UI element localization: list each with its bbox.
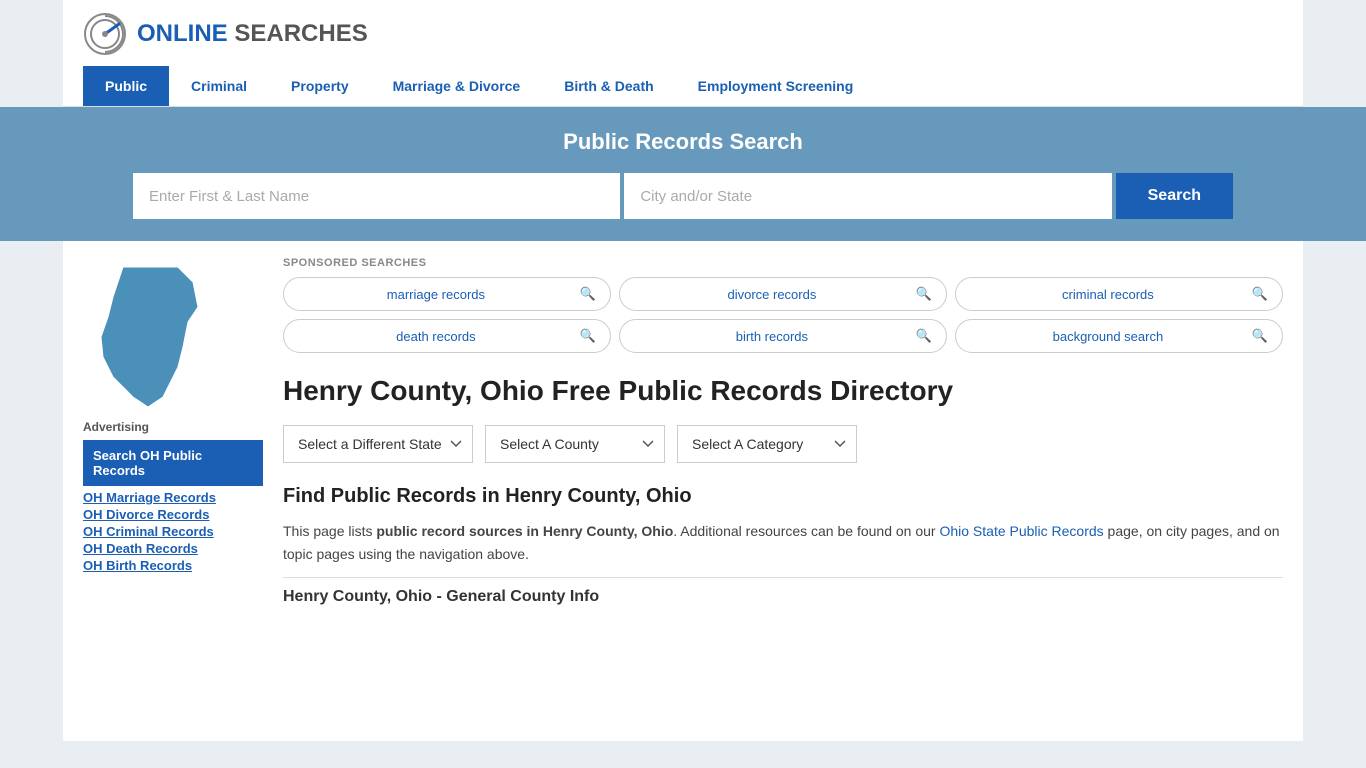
nav-criminal[interactable]: Criminal — [169, 66, 269, 106]
nav-property[interactable]: Property — [269, 66, 371, 106]
logo-searches: SEARCHES — [234, 20, 367, 47]
sidebar-featured-link[interactable]: Search OH Public Records — [83, 440, 263, 486]
main-content: Advertising Search OH Public Records OH … — [63, 241, 1303, 741]
sidebar-link-death[interactable]: OH Death Records — [83, 541, 263, 556]
county-dropdown[interactable]: Select A County — [485, 425, 665, 463]
search-icon-marriage: 🔍 — [580, 286, 596, 302]
search-icon-criminal: 🔍 — [1252, 286, 1268, 302]
hero-section: Public Records Search Search — [0, 107, 1366, 241]
category-dropdown[interactable]: Select A Category — [677, 425, 857, 463]
dropdowns-row: Select a Different State Select A County… — [283, 425, 1283, 463]
search-icon-death: 🔍 — [580, 328, 596, 344]
search-bar: Search — [133, 173, 1233, 219]
sponsored-tag-divorce[interactable]: divorce records 🔍 — [619, 277, 947, 311]
county-info-title: Henry County, Ohio - General County Info — [283, 588, 1283, 606]
sidebar-link-divorce[interactable]: OH Divorce Records — [83, 507, 263, 522]
state-dropdown[interactable]: Select a Different State — [283, 425, 473, 463]
sponsored-grid: marriage records 🔍 divorce records 🔍 cri… — [283, 277, 1283, 353]
section-divider — [283, 577, 1283, 578]
sponsored-label: SPONSORED SEARCHES — [283, 257, 1283, 269]
sponsored-link-background[interactable]: background search — [970, 329, 1246, 344]
desc-part2: . Additional resources can be found on o… — [673, 523, 939, 539]
sponsored-tag-birth[interactable]: birth records 🔍 — [619, 319, 947, 353]
logo-text: ONLINE SEARCHES — [137, 20, 368, 48]
sidebar-link-criminal[interactable]: OH Criminal Records — [83, 524, 263, 539]
sponsored-tag-criminal[interactable]: criminal records 🔍 — [955, 277, 1283, 311]
desc-part1: This page lists — [283, 523, 376, 539]
sponsored-tag-marriage[interactable]: marriage records 🔍 — [283, 277, 611, 311]
logo-online: ONLINE — [137, 20, 228, 47]
search-button[interactable]: Search — [1116, 173, 1233, 219]
sidebar-link-marriage[interactable]: OH Marriage Records — [83, 490, 263, 505]
nav-public[interactable]: Public — [83, 66, 169, 106]
sponsored-link-criminal[interactable]: criminal records — [970, 287, 1246, 302]
ohio-map — [83, 257, 223, 417]
logo-icon — [83, 12, 127, 56]
sponsored-link-death[interactable]: death records — [298, 329, 574, 344]
sponsored-link-marriage[interactable]: marriage records — [298, 287, 574, 302]
sidebar: Advertising Search OH Public Records OH … — [83, 257, 263, 725]
location-input[interactable] — [624, 173, 1111, 219]
desc-link[interactable]: Ohio State Public Records — [939, 523, 1103, 539]
find-title: Find Public Records in Henry County, Ohi… — [283, 485, 1283, 508]
search-icon-background: 🔍 — [1252, 328, 1268, 344]
sidebar-link-birth[interactable]: OH Birth Records — [83, 558, 263, 573]
right-column: SPONSORED SEARCHES marriage records 🔍 di… — [283, 257, 1283, 725]
sidebar-ad-label: Advertising — [83, 420, 263, 434]
sponsored-tag-background[interactable]: background search 🔍 — [955, 319, 1283, 353]
search-icon-birth: 🔍 — [916, 328, 932, 344]
page-title: Henry County, Ohio Free Public Records D… — [283, 373, 1283, 409]
header: ONLINE SEARCHES Public Criminal Property… — [63, 0, 1303, 107]
search-icon-divorce: 🔍 — [916, 286, 932, 302]
name-input[interactable] — [133, 173, 620, 219]
sponsored-tag-death[interactable]: death records 🔍 — [283, 319, 611, 353]
logo-area: ONLINE SEARCHES — [83, 12, 1283, 56]
main-nav: Public Criminal Property Marriage & Divo… — [83, 66, 1283, 106]
nav-birth-death[interactable]: Birth & Death — [542, 66, 675, 106]
find-description: This page lists public record sources in… — [283, 520, 1283, 565]
desc-bold: public record sources in Henry County, O… — [376, 523, 673, 539]
sponsored-link-birth[interactable]: birth records — [634, 329, 910, 344]
sponsored-link-divorce[interactable]: divorce records — [634, 287, 910, 302]
hero-title: Public Records Search — [83, 129, 1283, 155]
nav-employment[interactable]: Employment Screening — [676, 66, 876, 106]
nav-marriage-divorce[interactable]: Marriage & Divorce — [371, 66, 543, 106]
